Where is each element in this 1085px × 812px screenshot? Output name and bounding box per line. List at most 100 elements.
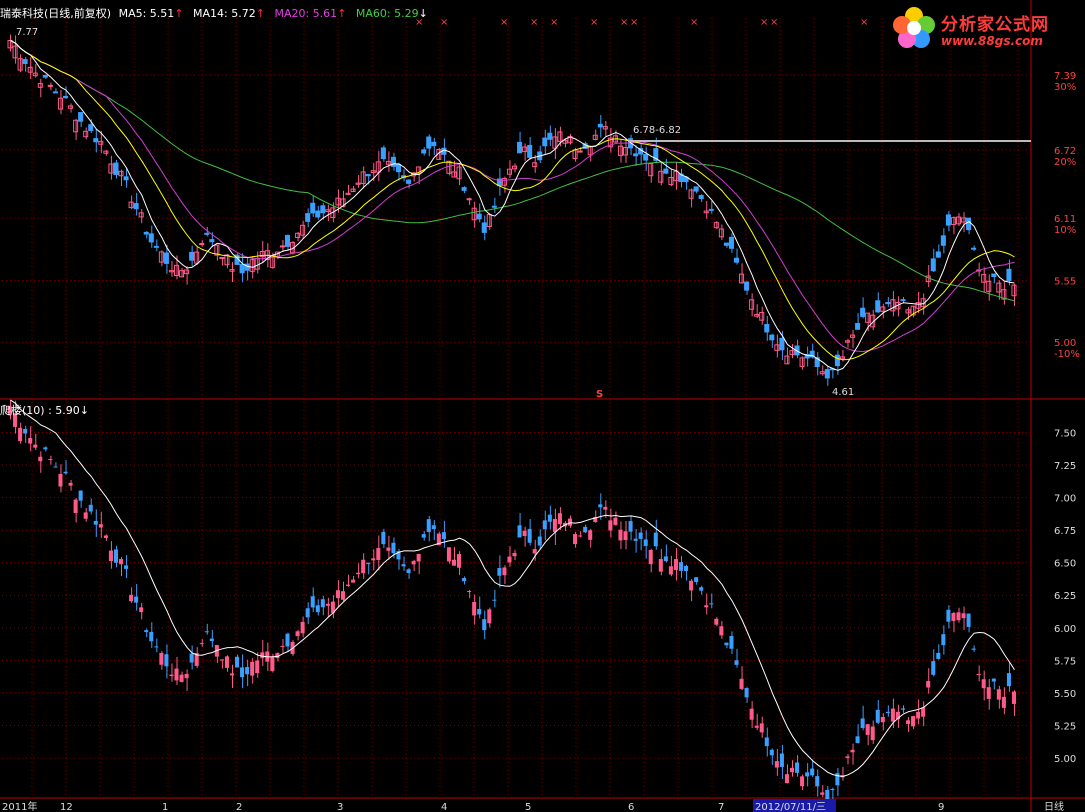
candle-body xyxy=(875,300,881,313)
x-axis-label: 2011年 xyxy=(2,800,37,812)
indicator-bar xyxy=(961,613,966,619)
candle-body xyxy=(421,149,427,154)
indicator-bar xyxy=(356,572,361,575)
indicator-bar xyxy=(320,599,325,608)
indicator-bar xyxy=(911,716,916,727)
indicator-bar xyxy=(255,660,260,674)
indicator-bar xyxy=(280,645,285,647)
candle-body xyxy=(693,186,699,192)
candle-body xyxy=(395,164,402,173)
indicator-bar xyxy=(477,608,482,615)
candle-body xyxy=(915,302,921,309)
indicator-bar xyxy=(971,648,976,650)
indicator-bar xyxy=(129,594,134,602)
candle-body xyxy=(133,203,139,210)
indicator-bar xyxy=(497,568,502,576)
x-axis-label: 2 xyxy=(236,802,242,812)
indicator-bar xyxy=(421,534,426,538)
candle-body xyxy=(93,138,99,143)
indicator-bar xyxy=(921,707,926,717)
indicator-bar xyxy=(744,688,749,698)
indicator-bar xyxy=(361,559,366,574)
candle-body xyxy=(744,281,750,291)
indicator-bar xyxy=(704,605,709,608)
indicator-bar xyxy=(729,635,734,649)
indicator-bar xyxy=(457,554,462,568)
indicator-tick-label: 7.00 xyxy=(1054,494,1076,505)
indicator-bar xyxy=(270,657,275,671)
indicator-bar xyxy=(33,444,38,448)
resistance-label: 6.78-6.82 xyxy=(633,125,681,136)
candle-body xyxy=(834,354,840,367)
indicator-tick-label: 5.50 xyxy=(1054,689,1076,700)
indicator-bar xyxy=(986,687,991,699)
signal-marker-icon: × xyxy=(770,17,778,28)
ma60-arrow-icon: ↓ xyxy=(418,7,428,20)
indicator-bar xyxy=(240,667,245,678)
indicator-bar xyxy=(820,792,825,795)
candle-body xyxy=(320,205,326,214)
candle-body xyxy=(406,179,412,184)
candle-body xyxy=(163,252,169,264)
indicator-bar xyxy=(38,456,43,462)
indicator-bar xyxy=(118,559,124,565)
low-price-label: 4.61 xyxy=(832,387,854,398)
indicator-bar xyxy=(113,549,118,563)
stock-title: 瑞泰科技(日线,前复权) xyxy=(0,7,112,20)
indicator-bar xyxy=(573,534,578,545)
candle-body xyxy=(769,334,775,341)
candle-body xyxy=(32,72,38,77)
indicator-bar xyxy=(996,689,1001,700)
signal-marker-icon: × xyxy=(440,17,448,28)
indicator-bar xyxy=(43,447,48,450)
candle-body xyxy=(900,299,906,302)
indicator-bar xyxy=(724,642,729,646)
candle-body xyxy=(597,123,603,128)
indicator-bar xyxy=(900,708,906,710)
candle-body xyxy=(62,95,69,99)
price-tick-label: 6.72 xyxy=(1054,146,1076,157)
indicator-bar xyxy=(628,521,633,532)
indicator-tick-label: 6.75 xyxy=(1054,526,1076,537)
indicator-bar xyxy=(58,473,63,487)
price-tick-label: 5.55 xyxy=(1054,277,1076,288)
indicator-bar xyxy=(749,708,754,720)
signal-marker-icon: × xyxy=(550,17,558,28)
indicator-bar xyxy=(63,471,68,474)
indicator-bar xyxy=(366,562,371,565)
candle-body xyxy=(789,350,795,355)
indicator-bar xyxy=(890,708,895,722)
ma20-line xyxy=(10,40,1015,353)
indicator-bar xyxy=(386,547,391,551)
x-axis-label: 5 xyxy=(525,802,531,812)
indicator-tick-label: 7.25 xyxy=(1054,461,1076,472)
indicator-bar xyxy=(931,661,936,675)
indicator-bar xyxy=(769,749,774,756)
candle-body xyxy=(78,112,84,122)
indicator-bar xyxy=(633,538,638,541)
candle-body xyxy=(930,258,936,272)
candle-body xyxy=(723,242,729,246)
indicator-bar xyxy=(224,656,229,668)
indicator-bar xyxy=(441,532,446,540)
ma5-arrow-icon: ↑ xyxy=(174,7,184,20)
candle-body xyxy=(633,153,639,157)
indicator-bar xyxy=(951,613,956,621)
flower-logo-icon xyxy=(893,7,935,48)
stock-chart[interactable]: 7.3930%6.7220%6.1110%5.555.00-10%7.507.2… xyxy=(0,0,1085,812)
indicator-bar xyxy=(73,499,78,513)
indicator-bar xyxy=(487,609,492,624)
indicator-bar xyxy=(245,667,250,675)
indicator-bar xyxy=(48,458,53,460)
candle-body xyxy=(991,273,997,277)
candle-body xyxy=(1006,268,1012,281)
candle-body xyxy=(380,147,386,160)
candle-body xyxy=(315,210,321,218)
x-axis-label: 1 xyxy=(162,802,168,812)
indicator-bar xyxy=(53,466,58,468)
signal-marker-icon: × xyxy=(590,17,598,28)
candle-body xyxy=(481,222,487,233)
indicator-bar xyxy=(719,626,724,636)
candle-body xyxy=(663,168,669,174)
indicator-bar xyxy=(406,569,411,574)
